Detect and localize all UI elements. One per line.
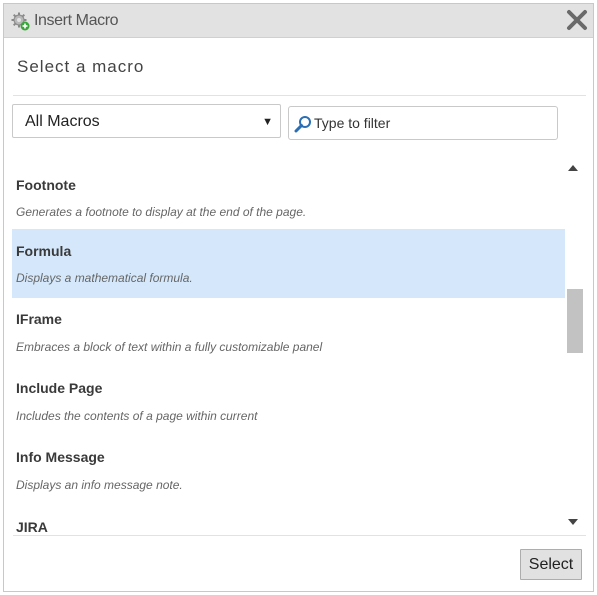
macro-item-info-message[interactable]: Info Message Displays an info message no…	[12, 433, 565, 502]
filter-input[interactable]	[314, 113, 554, 133]
category-selected-value: All Macros	[25, 113, 100, 130]
macro-name: Footnote	[16, 177, 76, 193]
divider	[13, 95, 586, 96]
macro-item-iframe[interactable]: IFrame Embraces a block of text within a…	[12, 295, 565, 364]
macro-name: Include Page	[16, 380, 103, 396]
macro-description: Displays a mathematical formula.	[16, 271, 193, 285]
macro-name: JIRA	[16, 519, 48, 534]
footer-divider	[13, 535, 586, 536]
scroll-down-arrow-icon[interactable]	[568, 519, 578, 525]
list-scrollbar[interactable]	[563, 158, 583, 534]
macro-category-select[interactable]: All Macros ▼	[12, 104, 281, 138]
macro-list: Footnote Generates a footnote to display…	[12, 158, 591, 534]
macro-item-jira[interactable]: JIRA	[12, 502, 565, 534]
macro-name: Formula	[16, 243, 72, 259]
search-icon	[294, 115, 312, 133]
macro-description: Embraces a block of text within a fully …	[16, 340, 323, 354]
select-button[interactable]: Select	[520, 549, 582, 580]
filter-field[interactable]	[288, 106, 558, 140]
dropdown-arrow-icon: ▼	[262, 116, 273, 128]
macro-name: Info Message	[16, 449, 105, 465]
close-icon[interactable]	[565, 8, 589, 32]
macro-description: Generates a footnote to display at the e…	[16, 205, 307, 219]
gear-plus-icon	[10, 11, 30, 31]
macro-name: IFrame	[16, 311, 62, 327]
scroll-up-arrow-icon[interactable]	[568, 165, 578, 171]
macro-item-footnote[interactable]: Footnote Generates a footnote to display…	[12, 158, 565, 227]
titlebar: Insert Macro	[4, 4, 593, 38]
macro-item-include-page[interactable]: Include Page Includes the contents of a …	[12, 364, 565, 433]
dialog-title: Insert Macro	[34, 12, 119, 29]
macro-description: Displays an info message note.	[16, 478, 183, 492]
insert-macro-dialog: Insert Macro Select a macro All Macros ▼…	[3, 3, 594, 592]
macro-description: Includes the contents of a page within c…	[16, 409, 258, 423]
page-title: Select a macro	[17, 57, 145, 76]
scroll-thumb[interactable]	[567, 289, 583, 353]
macro-item-formula[interactable]: Formula Displays a mathematical formula.	[12, 229, 565, 298]
